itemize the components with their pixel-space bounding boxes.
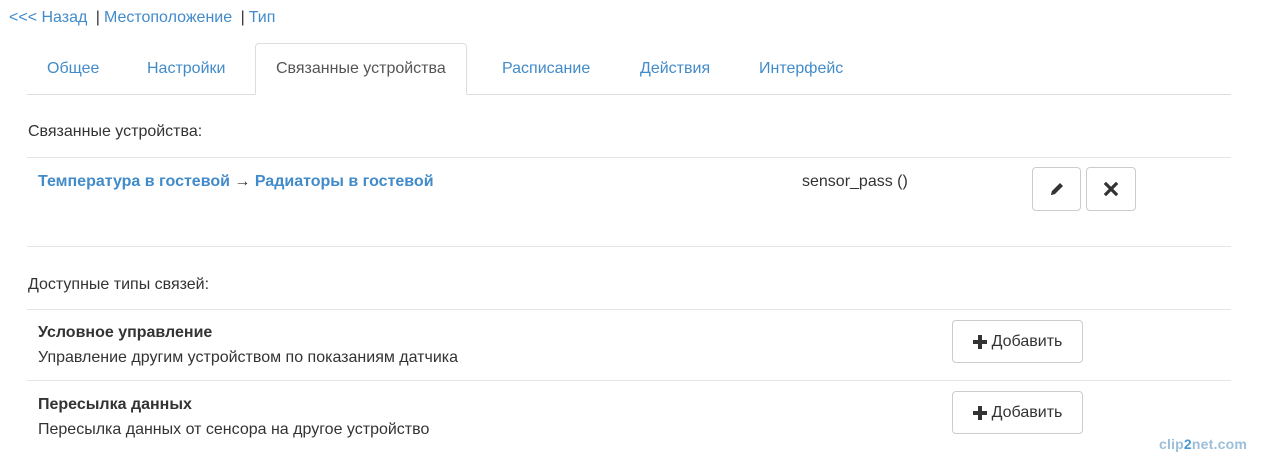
link-type-title: Пересылка данных (38, 396, 192, 413)
add-label: Добавить (991, 403, 1063, 421)
tab-interface[interactable]: Интерфейс (739, 43, 863, 94)
link-type-title: Условное управление (38, 324, 213, 341)
link-pair: Температура в гостевой → Радиаторы в гос… (38, 172, 434, 192)
available-types-heading: Доступные типы связей: (28, 276, 210, 293)
tab-general[interactable]: Общее (27, 43, 119, 94)
arrow-icon: → (234, 173, 251, 190)
tab-linked-devices[interactable]: Связанные устройства (255, 43, 467, 95)
watermark-logo: clip2net.com (1159, 436, 1247, 452)
link-type-description: Пересылка данных от сенсора на другое ус… (38, 421, 430, 438)
divider (27, 309, 1231, 310)
add-label: Добавить (991, 332, 1063, 350)
divider (27, 157, 1231, 158)
breadcrumb-separator: | (95, 9, 100, 26)
linked-devices-heading: Связанные устройства: (28, 123, 203, 140)
divider (27, 380, 1231, 381)
back-link[interactable]: <<< Назад (9, 9, 87, 26)
source-device-link[interactable]: Температура в гостевой (38, 173, 230, 190)
tab-bar: Общее Настройки Связанные устройства Рас… (27, 43, 1231, 95)
tab-settings[interactable]: Настройки (127, 43, 245, 94)
remove-icon (1104, 182, 1118, 196)
delete-link-button[interactable] (1086, 167, 1136, 211)
tab-actions[interactable]: Действия (620, 43, 730, 94)
tab-schedule[interactable]: Расписание (482, 43, 610, 94)
link-type-description: Управление другим устройством по показан… (38, 349, 459, 366)
plus-icon (972, 334, 987, 349)
location-link[interactable]: Местоположение (104, 9, 232, 26)
link-type: sensor_pass () (802, 173, 908, 190)
pencil-icon (1050, 183, 1063, 195)
add-data-forwarding-button[interactable]: Добавить (952, 391, 1083, 434)
edit-link-button[interactable] (1032, 167, 1081, 211)
breadcrumb: <<< Назад | Местоположение | Тип (9, 8, 275, 28)
type-link[interactable]: Тип (249, 9, 276, 26)
add-conditional-control-button[interactable]: Добавить (952, 320, 1083, 363)
breadcrumb-separator: | (240, 9, 245, 26)
target-device-link[interactable]: Радиаторы в гостевой (255, 173, 434, 190)
plus-icon (972, 405, 987, 420)
divider (27, 246, 1231, 247)
